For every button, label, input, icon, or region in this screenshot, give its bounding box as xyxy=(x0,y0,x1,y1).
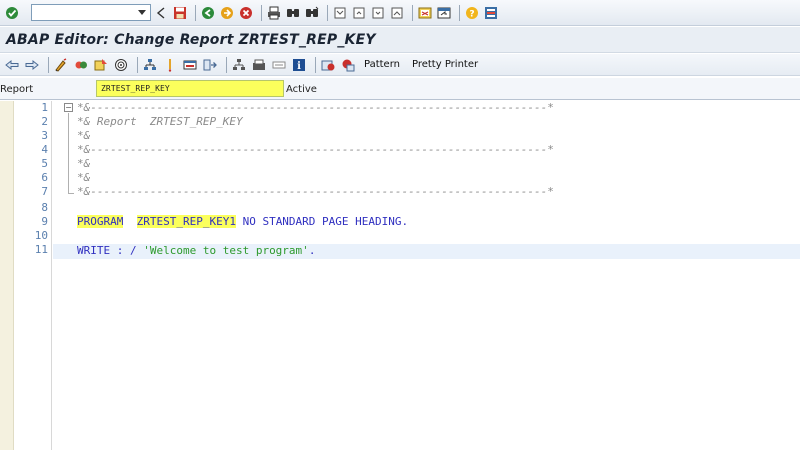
toolbar-separator xyxy=(412,4,413,21)
chevron-down-icon[interactable] xyxy=(134,5,150,20)
arrow-left-icon[interactable] xyxy=(4,57,20,73)
line-number: 1 xyxy=(41,101,48,114)
fold-guide xyxy=(68,113,69,193)
back-icon[interactable] xyxy=(200,5,216,21)
exit-icon[interactable] xyxy=(219,5,235,21)
keyword-program: PROGRAM xyxy=(77,215,124,228)
code-line-11: WRITE : / 'Welcome to test program'. xyxy=(77,244,315,257)
code-line-9: PROGRAM ZRTEST_REP_KEY1 NO STANDARD PAGE… xyxy=(77,215,408,228)
find-next-icon[interactable] xyxy=(304,5,320,21)
program-name: ZRTEST_REP_KEY1 xyxy=(136,215,236,228)
info-icon[interactable]: i xyxy=(291,57,307,73)
fold-guide-end xyxy=(68,193,74,194)
pattern-button[interactable]: Pattern xyxy=(364,59,400,70)
layout-menu-icon[interactable] xyxy=(483,5,499,21)
keyword-write: WRITE : / xyxy=(77,244,144,257)
code-line-4: *&--------------------------------------… xyxy=(77,143,554,156)
code-line-6: *& xyxy=(77,171,91,184)
test-icon[interactable] xyxy=(113,57,129,73)
code-editor[interactable]: 1 2 3 4 5 6 7 8 9 10 11 − *&------------… xyxy=(0,101,800,450)
arrow-right-icon[interactable] xyxy=(24,57,40,73)
string-literal: 'Welcome to test program' xyxy=(143,244,309,257)
profile-icon[interactable] xyxy=(340,57,356,73)
cancel-icon[interactable] xyxy=(238,5,254,21)
toolbar-separator xyxy=(137,56,138,73)
collapse-left-icon[interactable] xyxy=(153,5,169,21)
status-text: Active xyxy=(286,84,317,95)
line-number-gutter: 1 2 3 4 5 6 7 8 9 10 11 xyxy=(14,101,52,450)
line-number: 10 xyxy=(34,229,48,242)
debug-icon[interactable] xyxy=(320,57,336,73)
line-number: 2 xyxy=(41,115,48,128)
toolbar-separator xyxy=(226,56,227,73)
where-used-icon[interactable] xyxy=(142,57,158,73)
line-number: 9 xyxy=(41,215,48,228)
system-toolbar: ? xyxy=(0,0,800,26)
display-change-icon[interactable] xyxy=(53,57,69,73)
line-number: 8 xyxy=(41,201,48,214)
command-input[interactable] xyxy=(32,5,150,20)
save-icon[interactable] xyxy=(172,5,188,21)
activate-icon[interactable] xyxy=(93,57,109,73)
line-number: 4 xyxy=(41,143,48,156)
find-icon[interactable] xyxy=(285,5,301,21)
shortcut-icon[interactable] xyxy=(436,5,452,21)
report-header: Report ZRTEST_REP_KEY Active xyxy=(0,78,800,100)
line-number: 5 xyxy=(41,157,48,170)
object-list-icon[interactable] xyxy=(162,57,178,73)
toolbar-separator xyxy=(48,56,49,73)
enter-icon[interactable] xyxy=(4,5,20,21)
statement-end: . xyxy=(308,244,316,257)
hierarchy-icon[interactable] xyxy=(231,57,247,73)
dash-box-icon[interactable] xyxy=(271,57,287,73)
svg-text:?: ? xyxy=(469,9,474,19)
help-icon[interactable]: ? xyxy=(464,5,480,21)
print-icon[interactable] xyxy=(266,5,282,21)
report-name-field: ZRTEST_REP_KEY xyxy=(96,80,284,97)
navigation-window-icon[interactable] xyxy=(182,57,198,73)
collapse-block-icon[interactable]: − xyxy=(64,103,73,112)
line-number: 7 xyxy=(41,185,48,198)
last-page-icon[interactable] xyxy=(389,5,405,21)
check-syntax-icon[interactable] xyxy=(73,57,89,73)
prev-page-icon[interactable] xyxy=(351,5,367,21)
code-line-3: *& xyxy=(77,129,91,142)
line-number: 3 xyxy=(41,129,48,142)
title-bar: ABAP Editor: Change Report ZRTEST_REP_KE… xyxy=(0,27,800,53)
toolbar-separator xyxy=(459,4,460,21)
pretty-printer-button[interactable]: Pretty Printer xyxy=(412,59,478,70)
code-line-7: *&--------------------------------------… xyxy=(77,185,554,198)
breakpoint-icon[interactable] xyxy=(251,57,267,73)
code-line-1: *&--------------------------------------… xyxy=(77,101,554,114)
next-page-icon[interactable] xyxy=(370,5,386,21)
toolbar-separator xyxy=(195,4,196,21)
report-label: Report xyxy=(0,84,34,95)
enhance-icon[interactable] xyxy=(202,57,218,73)
svg-text:i: i xyxy=(297,61,301,72)
editor-margin xyxy=(0,101,14,450)
line-number: 6 xyxy=(41,171,48,184)
page-title: ABAP Editor: Change Report ZRTEST_REP_KE… xyxy=(6,31,376,48)
toolbar-separator xyxy=(261,4,262,21)
code-line-2: *& Report ZRTEST_REP_KEY xyxy=(77,115,243,128)
statement-rest: NO STANDARD PAGE HEADING. xyxy=(235,215,409,228)
code-line-5: *& xyxy=(77,157,91,170)
line-number: 11 xyxy=(34,243,48,256)
command-field[interactable] xyxy=(31,4,151,21)
toolbar-separator xyxy=(327,4,328,21)
application-toolbar: i Pattern Pretty Printer xyxy=(0,54,800,76)
first-page-icon[interactable] xyxy=(332,5,348,21)
toolbar-separator xyxy=(315,56,316,73)
new-session-icon[interactable] xyxy=(417,5,433,21)
